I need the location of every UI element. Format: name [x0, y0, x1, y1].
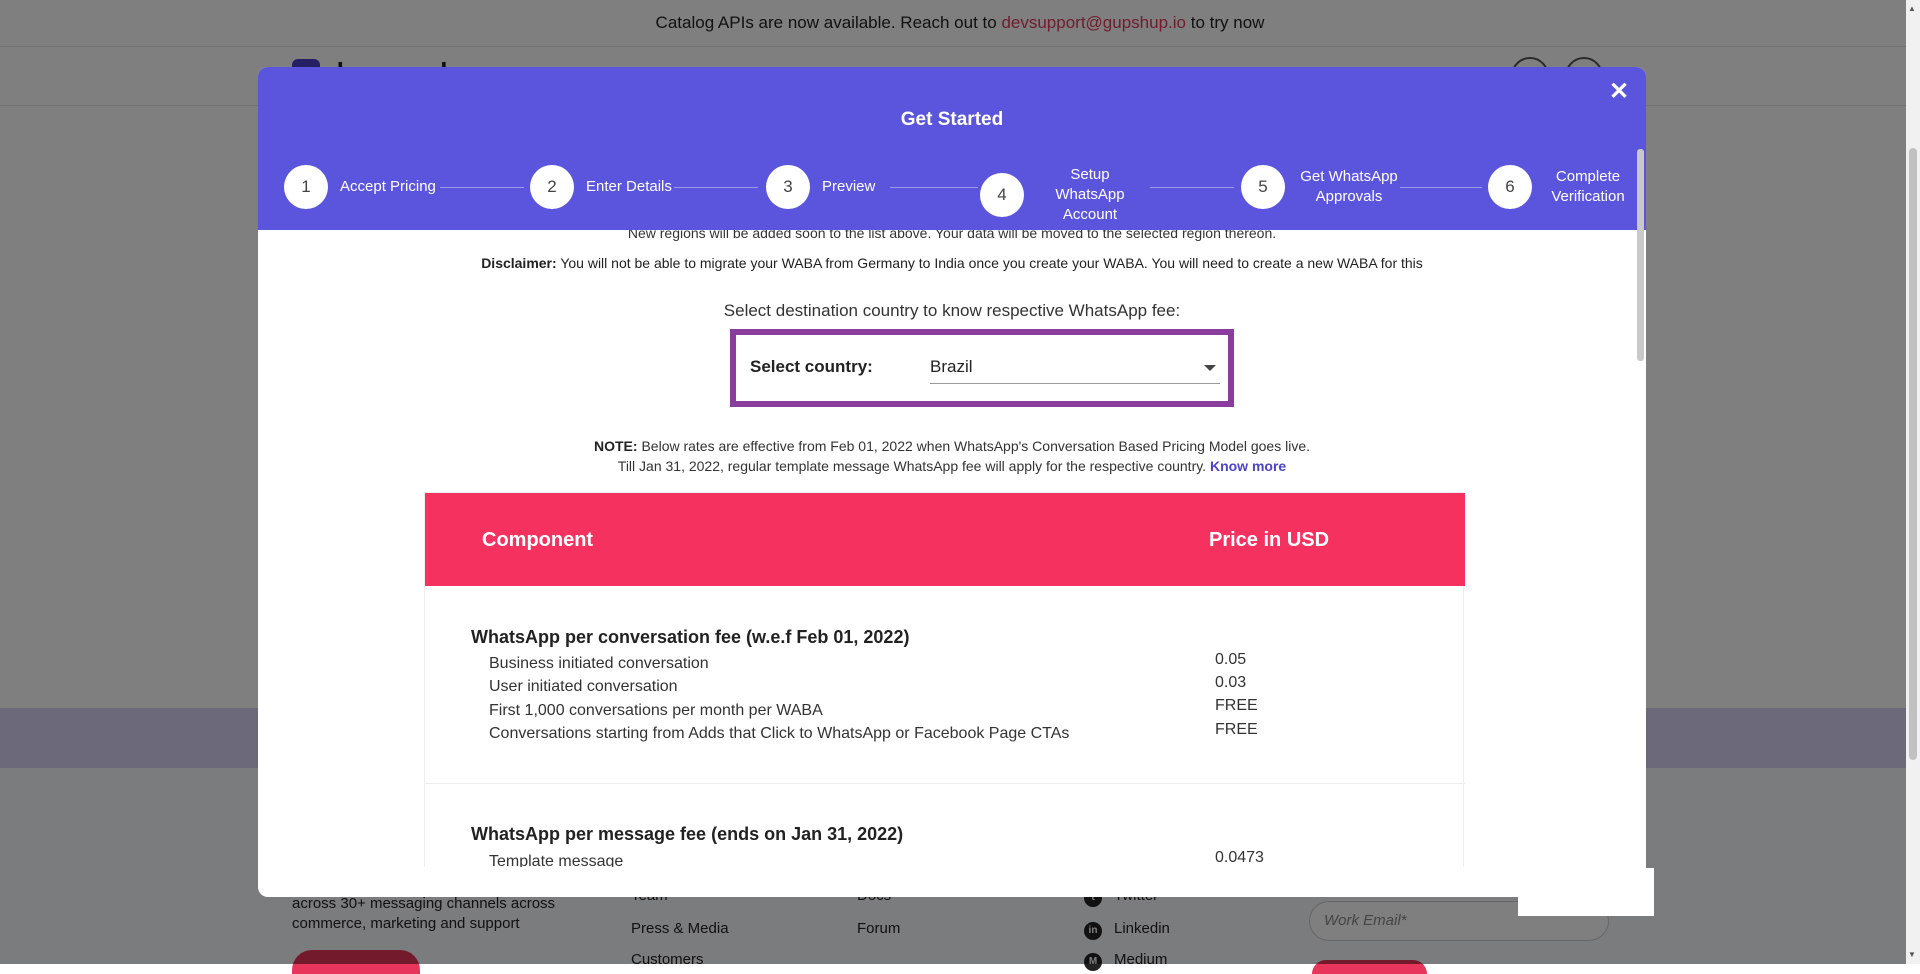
region-note: New regions will be added soon to the li…: [627, 230, 1277, 241]
step-label: Preview: [822, 178, 876, 195]
table-row-price: 0.0473: [1215, 849, 1264, 866]
modal-scrollbar-thumb[interactable]: [1637, 149, 1644, 361]
get-started-modal: Get Started ✕ 1 Accept Pricing 2 Enter D…: [258, 67, 1646, 897]
country-label: Select country:: [750, 357, 873, 376]
close-icon[interactable]: ✕: [1609, 77, 1629, 106]
step-preview[interactable]: 3 Preview: [766, 165, 875, 209]
step-number: 6: [1488, 165, 1532, 209]
group-divider: [425, 783, 1465, 784]
table-row-label: User initiated conversation: [489, 678, 678, 695]
group-title: WhatsApp per message fee (ends on Jan 31…: [471, 824, 904, 844]
note-label: NOTE:: [594, 438, 638, 454]
blank-panel: [1518, 868, 1654, 916]
table-row-price: FREE: [1215, 697, 1258, 714]
table-header: Component Price in USD: [425, 493, 1465, 586]
step-label: Enter Details: [586, 178, 672, 195]
column-header-price: Price in USD: [1209, 529, 1330, 551]
group-title: WhatsApp per conversation fee (w.e.f Feb…: [471, 627, 910, 647]
step-number: 3: [766, 165, 810, 209]
step-number: 2: [530, 165, 574, 209]
table-row-label: Conversations starting from Adds that Cl…: [489, 725, 1070, 742]
note-line2: Till Jan 31, 2022, regular template mess…: [617, 458, 1207, 474]
step-connector: [440, 187, 524, 188]
step-number: 4: [980, 173, 1024, 217]
step-label: Get WhatsApp Approvals: [1300, 168, 1398, 205]
step-label: Complete Verification: [1551, 168, 1625, 205]
chevron-down-icon[interactable]: [1204, 365, 1216, 371]
country-select[interactable]: Brazil: [930, 349, 1220, 384]
step-connector: [1400, 187, 1482, 188]
table-row-price: 0.03: [1215, 674, 1247, 691]
step-connector: [890, 187, 978, 188]
table-row-price: FREE: [1215, 721, 1258, 738]
country-value: Brazil: [930, 357, 973, 376]
disclaimer: Disclaimer: You will not be able to migr…: [258, 255, 1646, 271]
know-more-link[interactable]: Know more: [1210, 458, 1286, 474]
step-number: 1: [284, 165, 328, 209]
pricing-table: Component Price in USD WhatsApp per conv…: [424, 492, 1465, 867]
step-complete-verification[interactable]: 6 Complete Verification: [1488, 165, 1632, 209]
note-line1: Below rates are effective from Feb 01, 2…: [641, 438, 1310, 454]
table-row-label: Business initiated conversation: [489, 655, 709, 672]
modal-body[interactable]: New regions will be added soon to the li…: [258, 230, 1646, 867]
step-setup-whatsapp-account[interactable]: 4 Setup WhatsApp Account: [980, 165, 1144, 225]
modal-title: Get Started: [900, 109, 1004, 130]
step-get-whatsapp-approvals[interactable]: 5 Get WhatsApp Approvals: [1241, 165, 1401, 209]
step-label: Accept Pricing: [340, 178, 436, 195]
step-label: Setup WhatsApp Account: [1055, 166, 1125, 223]
disclaimer-text: You will not be able to migrate your WAB…: [560, 255, 1423, 271]
step-accept-pricing[interactable]: 1 Accept Pricing: [284, 165, 436, 209]
scroll-up-icon[interactable]: ▲: [1908, 4, 1916, 13]
pricing-note: NOTE: Below rates are effective from Feb…: [258, 436, 1646, 476]
modal-header: Get Started ✕ 1 Accept Pricing 2 Enter D…: [258, 67, 1646, 230]
select-prompt: Select destination country to know respe…: [723, 301, 1181, 320]
page-scrollbar-thumb[interactable]: [1909, 148, 1917, 760]
step-number: 5: [1241, 165, 1285, 209]
disclaimer-label: Disclaimer:: [481, 255, 557, 271]
country-selector-highlight: Select country: Brazil: [730, 329, 1234, 407]
step-enter-details[interactable]: 2 Enter Details: [530, 165, 672, 209]
column-header-component: Component: [482, 529, 594, 551]
scroll-down-icon[interactable]: ▼: [1908, 950, 1916, 959]
table-row-price: 0.05: [1215, 651, 1247, 668]
step-connector: [674, 187, 758, 188]
page-scrollbar[interactable]: ▲ ▼: [1906, 0, 1920, 964]
table-row-label: First 1,000 conversations per month per …: [489, 702, 823, 719]
step-connector: [1150, 187, 1234, 188]
table-row-label: Template message: [489, 853, 624, 867]
